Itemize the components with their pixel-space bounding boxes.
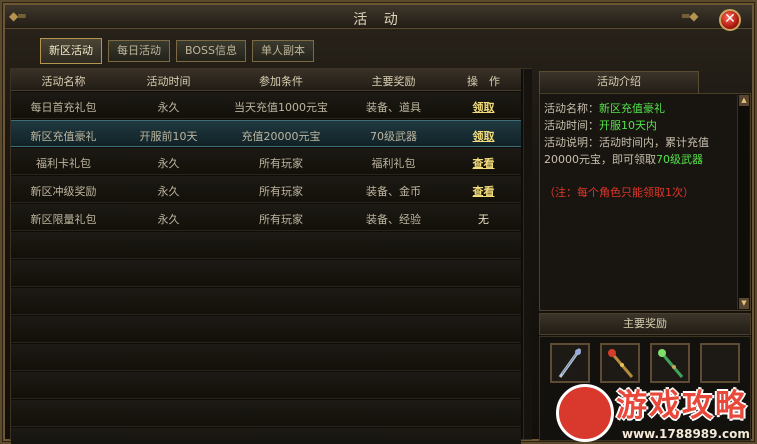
scroll-down-icon[interactable]: ▼	[739, 298, 749, 309]
row-time: 开服前10天	[139, 130, 198, 143]
tab-solo-dungeon[interactable]: 单人副本	[251, 40, 314, 62]
empty-row	[11, 344, 521, 371]
row-condition: 充值20000元宝	[241, 130, 321, 143]
header-name: 活动名称	[41, 75, 86, 88]
reward-slot[interactable]	[550, 343, 590, 383]
row-reward: 装备、金币	[366, 185, 421, 198]
row-name: 每日首充礼包	[30, 101, 97, 114]
row-condition: 所有玩家	[259, 185, 303, 198]
header-action: 操 作	[467, 75, 500, 88]
header-reward: 主要奖励	[371, 75, 416, 88]
intro-desc-highlight: 70级武器	[656, 153, 703, 166]
view-link[interactable]: 查看	[446, 155, 521, 171]
row-time: 永久	[157, 157, 180, 170]
rewards-header: 主要奖励	[539, 313, 751, 335]
empty-row	[11, 260, 521, 287]
activity-list-panel: 活动名称 活动时间 参加条件 主要奖励 操 作 每日首充礼包 永久 当天充值10…	[10, 68, 532, 444]
empty-row	[11, 288, 521, 315]
empty-row	[11, 316, 521, 343]
row-condition: 当天充值1000元宝	[234, 101, 328, 114]
watermark-title: 游戏攻略	[616, 388, 748, 424]
scroll-up-icon[interactable]: ▲	[739, 95, 749, 106]
table-row[interactable]: 每日首充礼包 永久 当天充值1000元宝 装备、道具 领取	[11, 92, 521, 119]
row-time: 永久	[157, 185, 180, 198]
table-row[interactable]: 新区冲级奖励 永久 所有玩家 装备、金币 查看	[11, 176, 521, 203]
green-staff-icon	[658, 349, 684, 378]
row-time: 永久	[157, 213, 180, 226]
empty-row	[11, 372, 521, 399]
intro-tab: 活动介绍	[539, 71, 699, 93]
intro-note: （注：每个角色只能领取1次）	[544, 186, 694, 199]
row-condition: 所有玩家	[259, 213, 303, 226]
title-bar: ◆═ 活 动 ═◆	[5, 5, 752, 29]
row-reward: 70级武器	[370, 130, 417, 143]
row-condition: 所有玩家	[259, 157, 303, 170]
row-name: 新区限量礼包	[30, 213, 97, 226]
intro-scrollbar[interactable]: ▲ ▼	[737, 95, 749, 309]
sword-icon	[558, 348, 582, 378]
tab-new-server-activity[interactable]: 新区活动	[40, 38, 102, 64]
row-reward: 装备、道具	[366, 101, 421, 114]
intro-name-label: 活动名称：	[544, 102, 599, 115]
claim-link[interactable]: 领取	[446, 99, 521, 115]
reward-slot-empty[interactable]	[700, 343, 740, 383]
watermark-logo-icon	[556, 384, 614, 442]
claim-link[interactable]: 领取	[446, 128, 521, 144]
row-time: 永久	[157, 101, 180, 114]
intro-name-value: 新区充值豪礼	[599, 102, 665, 115]
view-link[interactable]: 查看	[446, 183, 521, 199]
window-title: 活 动	[353, 12, 404, 28]
table-row[interactable]: 福利卡礼包 永久 所有玩家 福利礼包 查看	[11, 148, 521, 175]
intro-desc-label: 活动说明：	[544, 136, 599, 149]
table-row[interactable]: 新区限量礼包 永久 所有玩家 装备、经验 无	[11, 204, 521, 231]
watermark-url: www.1788989.com	[622, 427, 750, 441]
close-icon: ✕	[724, 11, 736, 27]
row-reward: 装备、经验	[366, 213, 421, 226]
table-row-selected[interactable]: 新区充值豪礼 开服前10天 充值20000元宝 70级武器 领取	[11, 120, 521, 147]
row-action-none: 无	[478, 213, 489, 226]
intro-box: 活动名称：新区充值豪礼 活动时间：开服10天内 活动说明：活动时间内，累计充值2…	[539, 93, 751, 311]
close-button[interactable]: ✕	[719, 9, 741, 31]
header-time: 活动时间	[146, 75, 191, 88]
right-ornament-icon: ═◆	[682, 9, 699, 23]
row-name: 新区充值豪礼	[30, 130, 97, 143]
reward-slot[interactable]	[650, 343, 690, 383]
watermark: 游戏攻略 www.1788989.com	[550, 380, 757, 444]
empty-row	[11, 400, 521, 427]
tab-boss-info[interactable]: BOSS信息	[176, 40, 246, 62]
table-header: 活动名称 活动时间 参加条件 主要奖励 操 作	[11, 69, 521, 91]
header-condition: 参加条件	[259, 75, 303, 88]
staff-icon	[608, 349, 634, 378]
row-name: 新区冲级奖励	[30, 185, 97, 198]
tab-daily-activity[interactable]: 每日活动	[108, 40, 170, 62]
intro-text: 活动名称：新区充值豪礼 活动时间：开服10天内 活动说明：活动时间内，累计充值2…	[544, 100, 732, 201]
intro-time-value: 开服10天内	[599, 119, 657, 132]
empty-row	[11, 428, 521, 444]
reward-slot[interactable]	[600, 343, 640, 383]
empty-row	[11, 232, 521, 259]
row-reward: 福利礼包	[371, 157, 416, 170]
tab-bar: 新区活动 每日活动 BOSS信息 单人副本	[40, 38, 314, 64]
activity-window: ◆═ 活 动 ═◆ ✕ 新区活动 每日活动 BOSS信息 单人副本 活动名称 活…	[0, 0, 757, 444]
intro-time-label: 活动时间：	[544, 119, 599, 132]
row-name: 福利卡礼包	[36, 157, 91, 170]
list-scrollbar[interactable]	[523, 69, 532, 439]
